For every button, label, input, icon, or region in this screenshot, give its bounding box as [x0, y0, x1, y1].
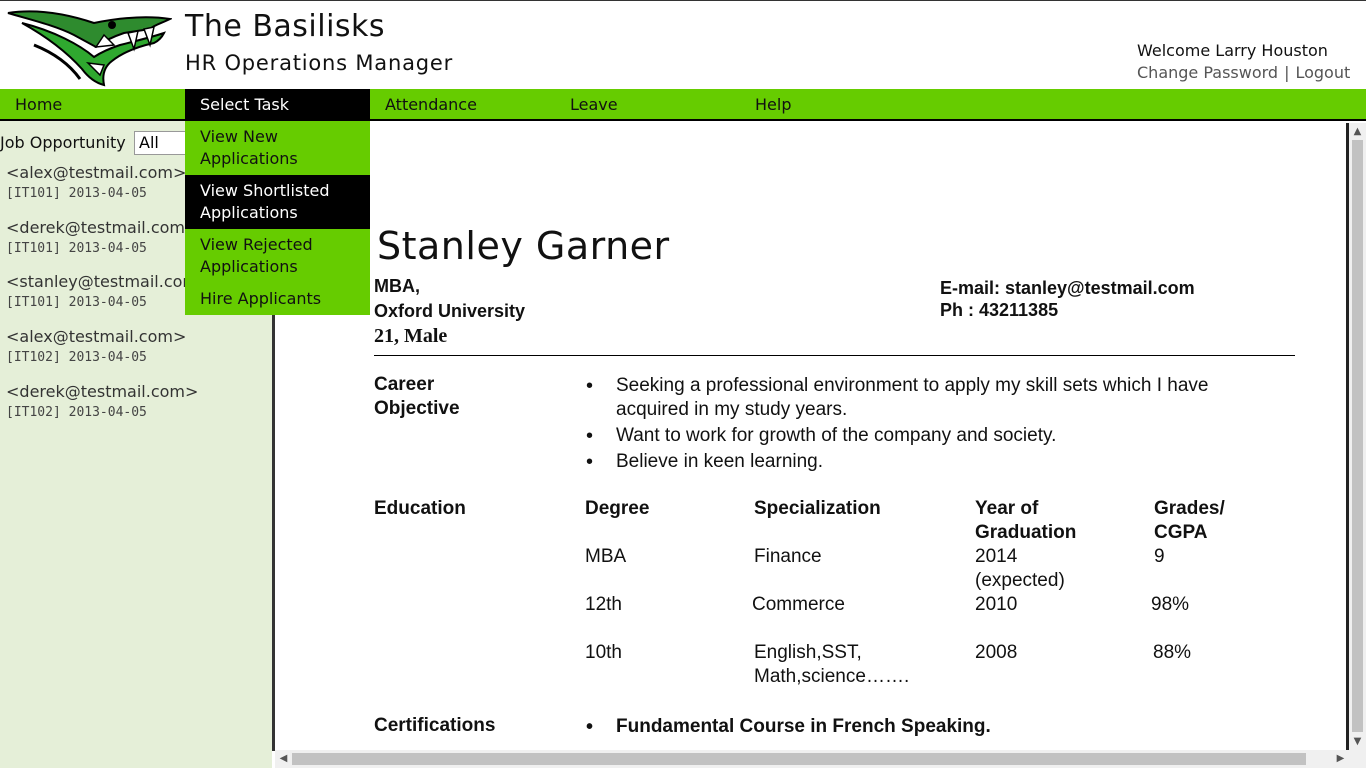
candidate-age-gender: 21, Male	[374, 325, 448, 347]
nav-attendance[interactable]: Attendance	[370, 89, 555, 121]
education-title: Education	[374, 498, 466, 519]
edu-header-grades-line-1: Grades/	[1154, 498, 1225, 519]
edu-specialization-line-1: English,SST,	[754, 642, 862, 663]
menu-item-label: Hire Applicants	[200, 289, 322, 308]
edu-year: 2010	[975, 594, 1018, 615]
career-objective-title: Career Objective	[374, 373, 460, 421]
resume-content: Stanley Garner MBA, Oxford University 21…	[275, 123, 1349, 750]
menu-item-label: View Shortlisted Applications	[200, 181, 330, 222]
change-password-link[interactable]: Change Password	[1137, 63, 1278, 82]
nav-home[interactable]: Home	[0, 89, 185, 121]
certifications-list: Fundamental Course in French Speaking.	[586, 715, 1286, 741]
scroll-left-icon[interactable]: ◀	[275, 750, 292, 768]
select-task-menu: View New Applications View Shortlisted A…	[185, 121, 370, 315]
application-meta: [IT102] 2013-04-05	[6, 350, 147, 365]
nav-leave[interactable]: Leave	[555, 89, 740, 121]
vertical-scroll-thumb[interactable]	[1352, 140, 1363, 732]
application-email: <alex@testmail.com>	[6, 327, 187, 346]
nav-select-task[interactable]: Select Task	[185, 89, 370, 121]
link-separator: |	[1284, 63, 1290, 82]
edu-header-year-line-2: Graduation	[975, 522, 1077, 543]
candidate-email: E-mail: stanley@testmail.com	[940, 278, 1195, 298]
career-objective-list: Seeking a professional environment to ap…	[586, 374, 1286, 476]
candidate-name: Stanley Garner	[377, 224, 670, 268]
basilisk-logo-icon	[4, 5, 174, 87]
application-item[interactable]: <derek@testmail.com> [IT102] 2013-04-05	[6, 382, 266, 420]
menu-item-label: View New Applications	[200, 127, 298, 168]
edu-header-grades: Grades/ CGPA	[1154, 497, 1225, 545]
edu-degree: 12th	[585, 594, 622, 615]
application-item[interactable]: <alex@testmail.com> [IT102] 2013-04-05	[6, 327, 266, 365]
resume-divider	[374, 355, 1295, 356]
edu-year-value: 2014	[975, 546, 1018, 567]
app-subtitle: HR Operations Manager	[185, 51, 454, 75]
list-item: Fundamental Course in French Speaking.	[586, 715, 1286, 739]
career-title-line-1: Career	[374, 374, 435, 395]
welcome-text: Welcome Larry Houston	[1137, 41, 1328, 60]
candidate-university: Oxford University	[374, 301, 526, 321]
main-nav: Home Select Task Attendance Leave Help	[0, 89, 1366, 121]
edu-year-note: (expected)	[975, 570, 1065, 591]
edu-specialization: Commerce	[752, 594, 845, 615]
certifications-title: Certifications	[374, 715, 496, 736]
edu-year: 2014 (expected)	[975, 545, 1065, 593]
edu-header-specialization: Specialization	[754, 498, 881, 519]
edu-grade: 88%	[1153, 642, 1192, 663]
scrollbar-corner	[1349, 750, 1366, 768]
logout-link[interactable]: Logout	[1295, 63, 1350, 82]
candidate-phone: Ph : 43211385	[940, 300, 1059, 320]
edu-grade: 9	[1154, 546, 1165, 567]
edu-header-year: Year of Graduation	[975, 497, 1076, 545]
list-item: Seeking a professional environment to ap…	[586, 374, 1286, 422]
candidate-degree: MBA,	[374, 276, 420, 296]
edu-specialization: Finance	[754, 546, 822, 567]
application-email: <derek@testmail.com>	[6, 382, 199, 401]
edu-header-degree: Degree	[585, 498, 650, 519]
edu-grade: 98%	[1151, 594, 1190, 615]
edu-specialization: English,SST, Math,science…….	[754, 641, 909, 689]
nav-help[interactable]: Help	[740, 89, 925, 121]
career-title-line-2: Objective	[374, 398, 460, 419]
menu-item-view-shortlisted-applications[interactable]: View Shortlisted Applications	[185, 175, 370, 229]
list-item: Believe in keen learning.	[586, 450, 1286, 474]
job-opportunity-label: Job Opportunity	[0, 133, 126, 152]
menu-item-view-rejected-applications[interactable]: View Rejected Applications	[185, 229, 370, 283]
app-header: The Basilisks HR Operations Manager Welc…	[0, 0, 1366, 89]
menu-item-view-new-applications[interactable]: View New Applications	[185, 121, 370, 175]
menu-item-hire-applicants[interactable]: Hire Applicants	[185, 283, 370, 315]
edu-specialization-line-2: Math,science…….	[754, 666, 910, 687]
edu-header-year-line-1: Year of	[975, 498, 1039, 519]
app-title: The Basilisks	[185, 9, 386, 44]
vertical-scrollbar[interactable]: ▲ ▼	[1349, 123, 1366, 750]
edu-header-grades-line-2: CGPA	[1154, 522, 1208, 543]
application-meta: [IT102] 2013-04-05	[6, 405, 147, 420]
resume-frame: Stanley Garner MBA, Oxford University 21…	[275, 123, 1366, 750]
scroll-up-icon[interactable]: ▲	[1349, 123, 1366, 140]
scroll-right-icon[interactable]: ▶	[1332, 750, 1349, 768]
edu-degree: 10th	[585, 642, 622, 663]
menu-item-label: View Rejected Applications	[200, 235, 313, 276]
edu-degree: MBA	[585, 546, 627, 567]
list-item: Want to work for growth of the company a…	[586, 424, 1286, 448]
horizontal-scroll-thumb[interactable]	[292, 753, 1306, 765]
user-links: Change Password | Logout	[1137, 63, 1350, 82]
horizontal-scrollbar[interactable]: ◀ ▶	[275, 750, 1349, 768]
scroll-down-icon[interactable]: ▼	[1349, 733, 1366, 750]
edu-year: 2008	[975, 642, 1018, 663]
